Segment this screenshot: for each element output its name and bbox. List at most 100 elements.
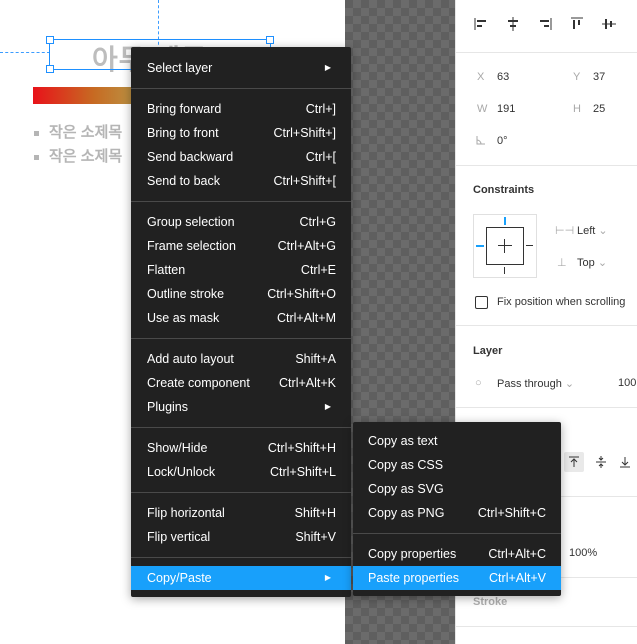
resize-handle-top-left[interactable] xyxy=(46,36,54,44)
align-left-icon[interactable] xyxy=(472,16,490,36)
resize-handle-top-right[interactable] xyxy=(266,36,274,44)
menu-item-label: Select layer xyxy=(147,61,213,75)
menu-item-copy-as-png[interactable]: Copy as PNG Ctrl+Shift+C xyxy=(353,501,561,525)
menu-item-label: Copy/Paste xyxy=(147,571,212,585)
menu-item-shortcut: Shift+A xyxy=(295,352,336,366)
menu-item-copy-as-text[interactable]: Copy as text xyxy=(353,429,561,453)
menu-item-lock-unlock[interactable]: Lock/Unlock Ctrl+Shift+L xyxy=(131,460,351,484)
text-align-middle-icon[interactable] xyxy=(591,452,611,472)
blend-mode-select[interactable]: Pass through ⌄ xyxy=(497,377,574,390)
crosshair-h xyxy=(498,245,512,246)
bullet-item[interactable]: 작은 소제목 xyxy=(34,145,122,166)
chevron-down-icon: ⌄ xyxy=(597,257,608,269)
menu-item-frame-selection[interactable]: Frame selection Ctrl+Alt+G xyxy=(131,234,351,258)
menu-item-label: Plugins xyxy=(147,400,188,414)
menu-separator xyxy=(131,427,351,428)
menu-separator xyxy=(131,338,351,339)
menu-item-group-selection[interactable]: Group selection Ctrl+G xyxy=(131,210,351,234)
align-horizontal-center-icon[interactable] xyxy=(504,16,522,36)
bullet-item[interactable]: 작은 소제목 xyxy=(34,121,122,142)
bullet-dot-icon xyxy=(34,154,39,160)
bullet-text: 작은 소제목 xyxy=(49,148,123,165)
submenu-arrow-icon: ▶ xyxy=(324,402,331,411)
menu-item-shortcut: Ctrl+Alt+G xyxy=(277,239,336,253)
horizontal-constraint-select[interactable]: Left ⌄ xyxy=(577,224,608,237)
menu-item-copy-properties[interactable]: Copy properties Ctrl+Alt+C xyxy=(353,542,561,566)
constraint-right-marker[interactable] xyxy=(526,245,533,246)
menu-item-select-layer[interactable]: Select layer ▶ xyxy=(131,56,351,80)
resize-handle-bottom-left[interactable] xyxy=(46,65,54,73)
blend-mode-value: Pass through xyxy=(497,378,562,390)
menu-item-shortcut: Ctrl+Alt+C xyxy=(488,547,546,561)
menu-item-shortcut: Ctrl+Shift+O xyxy=(267,287,336,301)
y-field[interactable]: 37 xyxy=(593,71,605,83)
menu-item-use-as-mask[interactable]: Use as mask Ctrl+Alt+M xyxy=(131,306,351,330)
context-menu: Select layer ▶ Bring forward Ctrl+] Bring to… xyxy=(131,47,351,597)
menu-separator xyxy=(131,557,351,558)
horizontal-guide xyxy=(0,52,50,53)
menu-item-shortcut: Ctrl+Shift+H xyxy=(267,441,336,455)
menu-item-plugins[interactable]: Plugins ▶ xyxy=(131,395,351,419)
text-opacity-field[interactable]: 100% xyxy=(569,547,597,559)
menu-item-label: Group selection xyxy=(147,215,235,229)
menu-item-label: Copy as PNG xyxy=(368,506,445,520)
menu-item-copy-as-css[interactable]: Copy as CSS xyxy=(353,453,561,477)
align-vertical-center-icon[interactable] xyxy=(600,16,618,36)
menu-item-shortcut: Ctrl+] xyxy=(305,102,336,116)
menu-item-shortcut: Ctrl+Shift+L xyxy=(269,465,336,479)
menu-item-label: Flip vertical xyxy=(147,530,211,544)
alignment-toolbar xyxy=(472,16,618,40)
divider xyxy=(456,52,637,53)
align-right-icon[interactable] xyxy=(536,16,554,36)
menu-item-flatten[interactable]: Flatten Ctrl+E xyxy=(131,258,351,282)
rotation-field[interactable]: 0° xyxy=(497,135,508,147)
blend-mode-icon: ○ xyxy=(475,377,482,389)
align-top-icon[interactable] xyxy=(568,16,586,36)
menu-item-label: Paste properties xyxy=(368,571,460,585)
menu-item-copy-as-svg[interactable]: Copy as SVG xyxy=(353,477,561,501)
fix-position-checkbox[interactable] xyxy=(475,296,488,309)
stroke-title: Stroke xyxy=(473,596,508,608)
menu-item-shortcut: Ctrl+Shift+[ xyxy=(273,174,336,188)
constraints-widget[interactable] xyxy=(473,214,537,278)
menu-item-send-backward[interactable]: Send backward Ctrl+[ xyxy=(131,145,351,169)
constraints-inner-box xyxy=(486,227,524,265)
bullet-dot-icon xyxy=(34,130,39,136)
menu-item-flip-vertical[interactable]: Flip vertical Shift+V xyxy=(131,525,351,549)
menu-item-flip-horizontal[interactable]: Flip horizontal Shift+H xyxy=(131,501,351,525)
menu-item-create-component[interactable]: Create component Ctrl+Alt+K xyxy=(131,371,351,395)
h-label: H xyxy=(573,103,581,115)
h-field[interactable]: 25 xyxy=(593,103,605,115)
menu-item-label: Frame selection xyxy=(147,239,236,253)
menu-item-bring-forward[interactable]: Bring forward Ctrl+] xyxy=(131,97,351,121)
menu-separator xyxy=(353,533,561,534)
text-align-bottom-icon[interactable] xyxy=(615,452,635,472)
menu-item-show-hide[interactable]: Show/Hide Ctrl+Shift+H xyxy=(131,436,351,460)
menu-item-label: Add auto layout xyxy=(147,352,234,366)
bullet-text: 작은 소제목 xyxy=(49,124,123,141)
menu-item-add-auto-layout[interactable]: Add auto layout Shift+A xyxy=(131,347,351,371)
constraint-left-marker[interactable] xyxy=(476,245,484,247)
menu-item-paste-properties[interactable]: Paste properties Ctrl+Alt+V xyxy=(353,566,561,590)
menu-item-send-to-back[interactable]: Send to back Ctrl+Shift+[ xyxy=(131,169,351,193)
menu-item-label: Use as mask xyxy=(147,311,220,325)
horizontal-constraint-icon: ⊢⊣ xyxy=(555,225,575,237)
layer-opacity-field[interactable]: 100 xyxy=(618,377,636,389)
constraint-bottom-marker[interactable] xyxy=(504,267,505,274)
gradient-bar[interactable] xyxy=(33,87,143,104)
constraint-top-marker[interactable] xyxy=(504,217,506,225)
chevron-down-icon: ⌄ xyxy=(598,225,608,237)
constraints-title: Constraints xyxy=(473,184,535,196)
menu-item-label: Create component xyxy=(147,376,250,390)
vertical-constraint-select[interactable]: Top ⌄ xyxy=(577,256,607,269)
menu-item-outline-stroke[interactable]: Outline stroke Ctrl+Shift+O xyxy=(131,282,351,306)
menu-item-label: Flip horizontal xyxy=(147,506,225,520)
layer-title: Layer xyxy=(473,345,503,357)
text-align-top-button[interactable] xyxy=(564,452,584,472)
w-field[interactable]: 191 xyxy=(497,103,515,115)
menu-item-label: Bring to front xyxy=(147,126,219,140)
menu-item-copy-paste[interactable]: Copy/Paste ▶ xyxy=(131,566,351,590)
x-field[interactable]: 63 xyxy=(497,71,509,83)
menu-item-bring-to-front[interactable]: Bring to front Ctrl+Shift+] xyxy=(131,121,351,145)
menu-item-label: Send to back xyxy=(147,174,220,188)
